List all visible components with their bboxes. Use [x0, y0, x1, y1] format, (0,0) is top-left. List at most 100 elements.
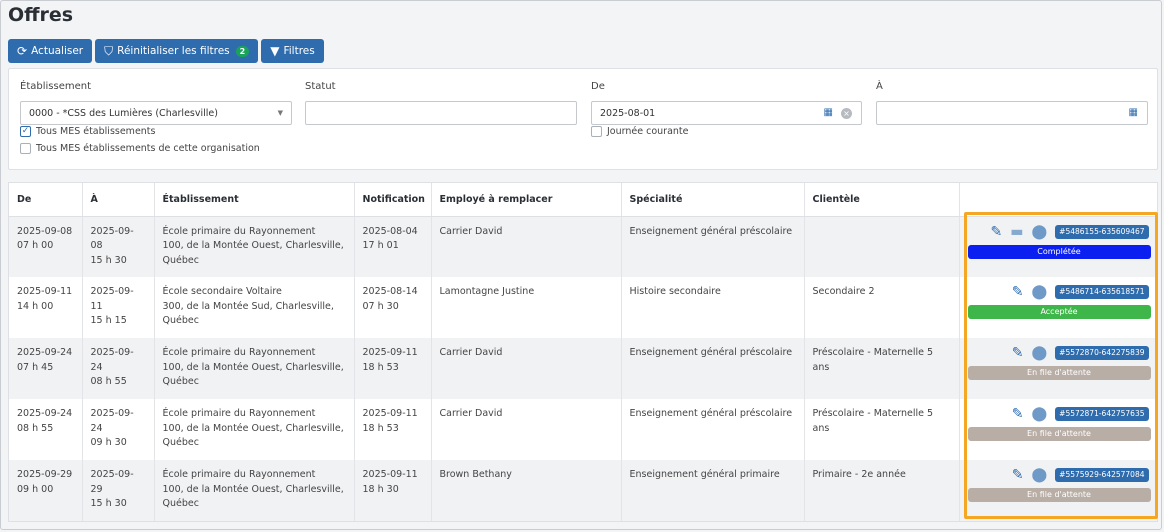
reference-badge[interactable]: #5572870-642275839 [1055, 346, 1149, 360]
cell-etablissement-line: 300, de la Montée Sud, Charlesville, [162, 300, 334, 312]
cell-notification-line: 17 h 01 [362, 240, 399, 251]
calendar-icon[interactable]: ▦ [824, 107, 833, 118]
column-header[interactable]: Employé à remplacer [431, 183, 622, 217]
cell-etablissement-line: Québec [162, 315, 199, 326]
status-badge: Complétée [967, 244, 1151, 259]
map-pin-icon[interactable]: ⬤ [1031, 346, 1047, 360]
cell-specialite-text: Enseignement général primaire [629, 469, 780, 480]
cell-notification-line: 18 h 53 [362, 422, 399, 434]
etablissement-value: 0000 - *CSS des Lumières (Charlesville) [29, 107, 218, 119]
status-badge: En file d'attente [967, 366, 1151, 380]
tous-mes-checkbox[interactable]: ✓ [20, 126, 31, 137]
edit-icon[interactable]: ✎ [1012, 346, 1024, 360]
row-actions: ✎ ⬤ #5486714-635618571 [968, 283, 1151, 301]
reset-filters-button[interactable]: ⛉ Réinitialiser les filtres 2 [95, 39, 259, 63]
column-header[interactable]: Spécialité [621, 183, 805, 217]
map-pin-icon[interactable]: ⬤ [1031, 225, 1047, 239]
cell-specialite: Enseignement général préscolaire [621, 399, 805, 460]
filters-button[interactable]: ▼ Filtres [261, 39, 324, 63]
cell-specialite: Enseignement général préscolaire [621, 216, 805, 277]
tous-mes-label: Tous MES établissements [36, 126, 156, 137]
tous-org-checkbox-row[interactable]: Tous MES établissements de cette organis… [20, 143, 260, 154]
cell-etablissement-line: Québec [162, 437, 199, 448]
cell-employe-text: Brown Bethany [439, 469, 512, 480]
cell-notification: 2025-09-11 18 h 30 [354, 460, 432, 521]
statut-field[interactable] [305, 101, 577, 125]
cell-actions: ✎ ⬤ #5572870-642275839 En file d'attente [959, 338, 1157, 399]
table-row[interactable]: 2025-09-11 14 h 00 2025-09-11 15 h 15 École … [9, 277, 1157, 338]
column-header[interactable]: Établissement [154, 183, 355, 217]
reference-badge[interactable]: #5486155-635609467 [1055, 224, 1149, 239]
reference-badge[interactable]: #5572871-642757635 [1055, 407, 1149, 421]
table-row[interactable]: 2025-09-24 08 h 55 2025-09-24 09 h 30 École … [9, 399, 1157, 460]
row-actions: ✎ ⬤ #5575929-642577084 [968, 466, 1151, 484]
map-pin-icon[interactable]: ⬤ [1031, 468, 1047, 482]
cell-a-line: 2025-09-24 [90, 347, 134, 373]
edit-icon[interactable]: ✎ [1012, 468, 1024, 482]
cell-a: 2025-09-29 15 h 30 [82, 460, 155, 521]
cell-actions: ✎ ⬤ #5486714-635618571 Acceptée [959, 277, 1157, 338]
cell-de-line: 07 h 45 [17, 361, 54, 373]
cell-employe-text: Carrier David [439, 347, 503, 358]
cell-employe-text: Carrier David [439, 225, 503, 237]
table-row[interactable]: 2025-09-29 09 h 00 2025-09-29 15 h 30 École … [9, 460, 1157, 521]
table-row[interactable]: 2025-09-08 07 h 00 2025-09-08 15 h 30 École … [9, 216, 1157, 277]
de-date-field[interactable]: 2025-08-01 ▦ × [591, 101, 862, 125]
journee-checkbox[interactable] [591, 126, 602, 137]
edit-icon[interactable]: ✎ [991, 225, 1003, 239]
cell-clientele: Préscolaire - Maternelle 5 ans [804, 399, 960, 460]
cell-de-line: 2025-09-11 [17, 286, 73, 297]
column-header[interactable]: Notification [354, 183, 432, 217]
page-title: Offres [8, 4, 74, 26]
column-header [959, 183, 1157, 217]
cell-employe: Carrier David [431, 338, 622, 399]
column-header[interactable]: À [82, 183, 155, 217]
reference-badge[interactable]: #5486714-635618571 [1055, 285, 1149, 299]
cell-a: 2025-09-24 08 h 55 [82, 338, 155, 399]
chat-icon[interactable]: ▬ [1010, 225, 1023, 239]
cell-actions: ✎ ▬ ⬤ #5486155-635609467 Complétée [959, 216, 1157, 277]
edit-icon[interactable]: ✎ [1012, 407, 1024, 421]
journee-checkbox-row[interactable]: Journée courante [591, 126, 688, 137]
cell-specialite-text: Histoire secondaire [629, 286, 721, 297]
column-header[interactable]: Clientèle [804, 183, 960, 217]
cell-a: 2025-09-11 15 h 15 [82, 277, 155, 338]
reference-badge[interactable]: #5575929-642577084 [1055, 468, 1149, 482]
cell-notification: 2025-09-11 18 h 53 [354, 338, 432, 399]
clear-icon[interactable]: × [841, 108, 852, 119]
cell-notification: 2025-09-11 18 h 53 [354, 399, 432, 460]
a-date-field[interactable]: ▦ [876, 101, 1148, 125]
cell-employe: Carrier David [431, 216, 622, 277]
map-pin-icon[interactable]: ⬤ [1031, 285, 1047, 299]
table-row[interactable]: 2025-09-24 07 h 45 2025-09-24 08 h 55 École … [9, 338, 1157, 399]
status-badge: En file d'attente [967, 488, 1151, 502]
cell-actions: ✎ ⬤ #5572871-642757635 En file d'attente [959, 399, 1157, 460]
row-actions: ✎ ⬤ #5572871-642757635 [968, 405, 1151, 423]
tous-mes-checkbox-row[interactable]: ✓ Tous MES établissements [20, 126, 155, 137]
filters-label: Filtres [283, 45, 315, 57]
refresh-button[interactable]: ⟳ Actualiser [8, 39, 93, 63]
cell-employe-text: Lamontagne Justine [439, 286, 535, 297]
map-pin-icon[interactable]: ⬤ [1031, 407, 1047, 421]
cell-etablissement-line: 100, de la Montée Ouest, Charlesville, [162, 422, 344, 434]
cell-etablissement: École primaire du Rayonnement 100, de la … [154, 399, 355, 460]
tous-org-checkbox[interactable] [20, 143, 31, 154]
cell-a-line: 2025-09-08 [90, 225, 134, 252]
cell-specialite-text: Enseignement général préscolaire [629, 408, 793, 419]
checkmark-icon: ✓ [21, 126, 30, 136]
calendar-icon[interactable]: ▦ [1129, 107, 1138, 118]
edit-icon[interactable]: ✎ [1012, 285, 1024, 299]
column-header[interactable]: De [9, 183, 83, 217]
cell-etablissement-line: Québec [162, 498, 199, 509]
cell-clientele: Préscolaire - Maternelle 5 ans [804, 338, 960, 399]
cell-a-line: 09 h 30 [90, 437, 127, 448]
cell-de: 2025-09-24 07 h 45 [9, 338, 83, 399]
cell-clientele-text: Primaire - 2e année [812, 469, 906, 480]
cell-employe-text: Carrier David [439, 408, 503, 419]
cell-a-line: 2025-09-29 [90, 469, 134, 495]
etablissement-select[interactable]: 0000 - *CSS des Lumières (Charlesville) … [20, 101, 292, 125]
cell-etablissement-line: 100, de la Montée Ouest, Charlesville, [162, 483, 344, 495]
de-label: De [591, 81, 605, 92]
cell-notification-line: 2025-09-11 [362, 469, 418, 480]
cell-clientele [804, 216, 960, 277]
